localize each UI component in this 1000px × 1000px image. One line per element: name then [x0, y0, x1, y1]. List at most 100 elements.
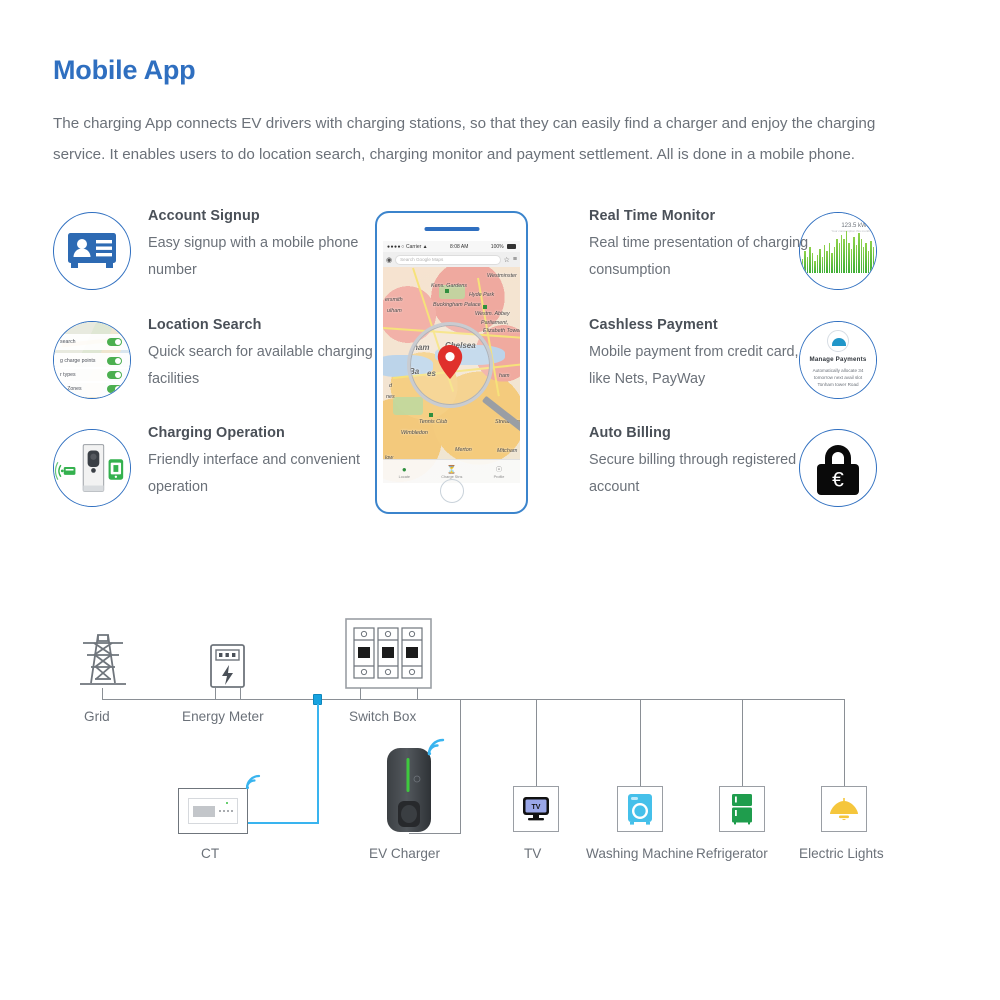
- feature-title: Auto Billing: [589, 425, 671, 441]
- chart-bar: [848, 243, 850, 273]
- chart-bar: [858, 233, 860, 273]
- tv-icon: TV: [523, 797, 549, 821]
- ct-signal-wire-vertical: [317, 704, 319, 824]
- id-card-glyph: [68, 233, 116, 268]
- feature-text: Account Signup Easy signup with a mobile…: [148, 208, 378, 284]
- map-pin-icon: [437, 345, 463, 379]
- bus-wire-meter-switchbox: [240, 699, 418, 701]
- chart-bar: [845, 231, 848, 273]
- electric-lights-box: [821, 786, 867, 832]
- filter-label: search: [60, 339, 76, 345]
- street-view-icon[interactable]: ◉: [386, 256, 392, 264]
- filter-toggle[interactable]: [107, 371, 122, 379]
- ct-display-block: [193, 805, 215, 817]
- chart-bar: [870, 241, 872, 273]
- map-label: Buckingham Palace: [433, 302, 481, 308]
- chart-bar: [826, 251, 828, 273]
- ct-display: [188, 798, 238, 824]
- magnifier-handle: [481, 395, 520, 437]
- chart-bar: [831, 253, 833, 273]
- tab-charge-stations[interactable]: ⏳ Charge Stns: [441, 465, 462, 479]
- home-button[interactable]: [439, 479, 464, 503]
- map-label: ham: [499, 373, 510, 379]
- label-washing-machine: Washing Machine: [586, 846, 694, 861]
- bus-wire-grid-meter: [102, 699, 260, 701]
- status-bar: ●●●●○ Carrier ▲ 8:08 AM 100%: [383, 241, 520, 252]
- label-ct: CT: [201, 846, 220, 861]
- chart-bar: [853, 237, 855, 273]
- search-input[interactable]: Search Google Maps: [395, 254, 501, 265]
- magnifier-lens: [407, 322, 493, 408]
- chart-bar: [836, 239, 838, 273]
- phone-screen: ●●●●○ Carrier ▲ 8:08 AM 100% ◉ Search Go…: [383, 241, 520, 483]
- tab-profile[interactable]: ☉ Profile: [494, 465, 505, 479]
- feature-text: Charging Operation Friendly interface an…: [148, 425, 378, 501]
- map-label: Wimbledon: [401, 430, 428, 436]
- chart-bar: [833, 247, 836, 273]
- tab-locate[interactable]: ● Locate: [399, 465, 410, 479]
- washing-machine-icon: [628, 794, 652, 825]
- filter-row: search: [54, 334, 130, 350]
- map-label: ersmith: [385, 297, 403, 303]
- hamburger-menu-icon[interactable]: ≡: [513, 256, 517, 263]
- feature-desc: Mobile payment from credit card, like Ne…: [589, 344, 799, 387]
- label-energy-meter: Energy Meter: [182, 709, 264, 724]
- feature-text: Auto Billing Secure billing through regi…: [589, 425, 819, 501]
- feature-desc: Friendly interface and convenient operat…: [148, 452, 360, 495]
- wiring-diagram: Grid Energy Meter Switch Box CT EV Charg…: [0, 600, 1000, 890]
- profile-icon: ☉: [495, 464, 503, 474]
- label-refrigerator: Refrigerator: [696, 846, 768, 861]
- carrier-label: Carrier: [406, 243, 422, 250]
- washing-machine-box: [617, 786, 663, 832]
- chart-bar: [821, 257, 823, 273]
- payment-badge-icon: [827, 330, 849, 352]
- filter-label: r types: [60, 372, 76, 378]
- map-label: Westm. Abbey: [475, 311, 510, 317]
- feature-title: Account Signup: [148, 208, 260, 224]
- ev-charger-drop-wire: [460, 699, 462, 834]
- feature-title: Location Search: [148, 317, 262, 333]
- map-label: Parliament,: [481, 320, 509, 326]
- map-label: Kens. Gardens: [431, 283, 467, 289]
- id-card-icon: [53, 212, 131, 290]
- filter-toggle[interactable]: [107, 385, 122, 393]
- map-pin-icon: ●: [401, 464, 407, 474]
- chart-bar: [872, 247, 875, 273]
- map-search-bar: ◉ Search Google Maps ☆ ≡: [383, 252, 520, 267]
- wifi-icon: ▲: [422, 243, 428, 250]
- label-switch-box: Switch Box: [349, 709, 417, 724]
- chart-bar: [850, 249, 853, 273]
- map-label: Hyde Park: [469, 292, 495, 298]
- charging-operation-glyph: [54, 430, 130, 506]
- map-view[interactable]: Westminster Kens. Gardens Hyde Park Bucking…: [383, 267, 520, 483]
- map-label: ulham: [387, 308, 402, 314]
- feature-title: Real Time Monitor: [589, 208, 716, 224]
- feature-desc: Real time presentation of charging consu…: [589, 235, 809, 278]
- feature-text: Real Time Monitor Real time presentation…: [589, 208, 819, 284]
- filter-toggle[interactable]: [107, 338, 122, 346]
- battery-icon: [506, 243, 516, 249]
- star-icon[interactable]: ☆: [504, 256, 510, 264]
- phone-mockup: ●●●●○ Carrier ▲ 8:08 AM 100% ◉ Search Go…: [375, 211, 528, 514]
- refrigerator-box: [719, 786, 765, 832]
- bus-wire-distribution: [417, 699, 845, 701]
- tab-label: Locate: [398, 474, 411, 479]
- grid-tower-icon: [80, 634, 126, 685]
- refrigerator-icon: [732, 794, 752, 825]
- chart-bar: [841, 235, 843, 273]
- svg-text:TV: TV: [532, 804, 541, 811]
- filter-toggle[interactable]: [107, 357, 122, 365]
- filter-label: on Zones: [60, 386, 82, 392]
- map-label: nes: [386, 394, 395, 400]
- chart-bar: [838, 243, 840, 273]
- chart-bar: [867, 251, 870, 273]
- tab-label: Charge Stns: [441, 474, 463, 479]
- map-label: Merton: [455, 447, 472, 453]
- map-label: Tennis Club: [419, 419, 448, 425]
- intro-paragraph: The charging App connects EV drivers wit…: [53, 115, 876, 163]
- chart-bar: [862, 247, 865, 273]
- page-title: Mobile App: [53, 55, 196, 85]
- tab-label: Profile: [493, 474, 505, 479]
- map-label: d: [389, 383, 392, 389]
- signal-dots-icon: ●●●●○: [387, 243, 405, 250]
